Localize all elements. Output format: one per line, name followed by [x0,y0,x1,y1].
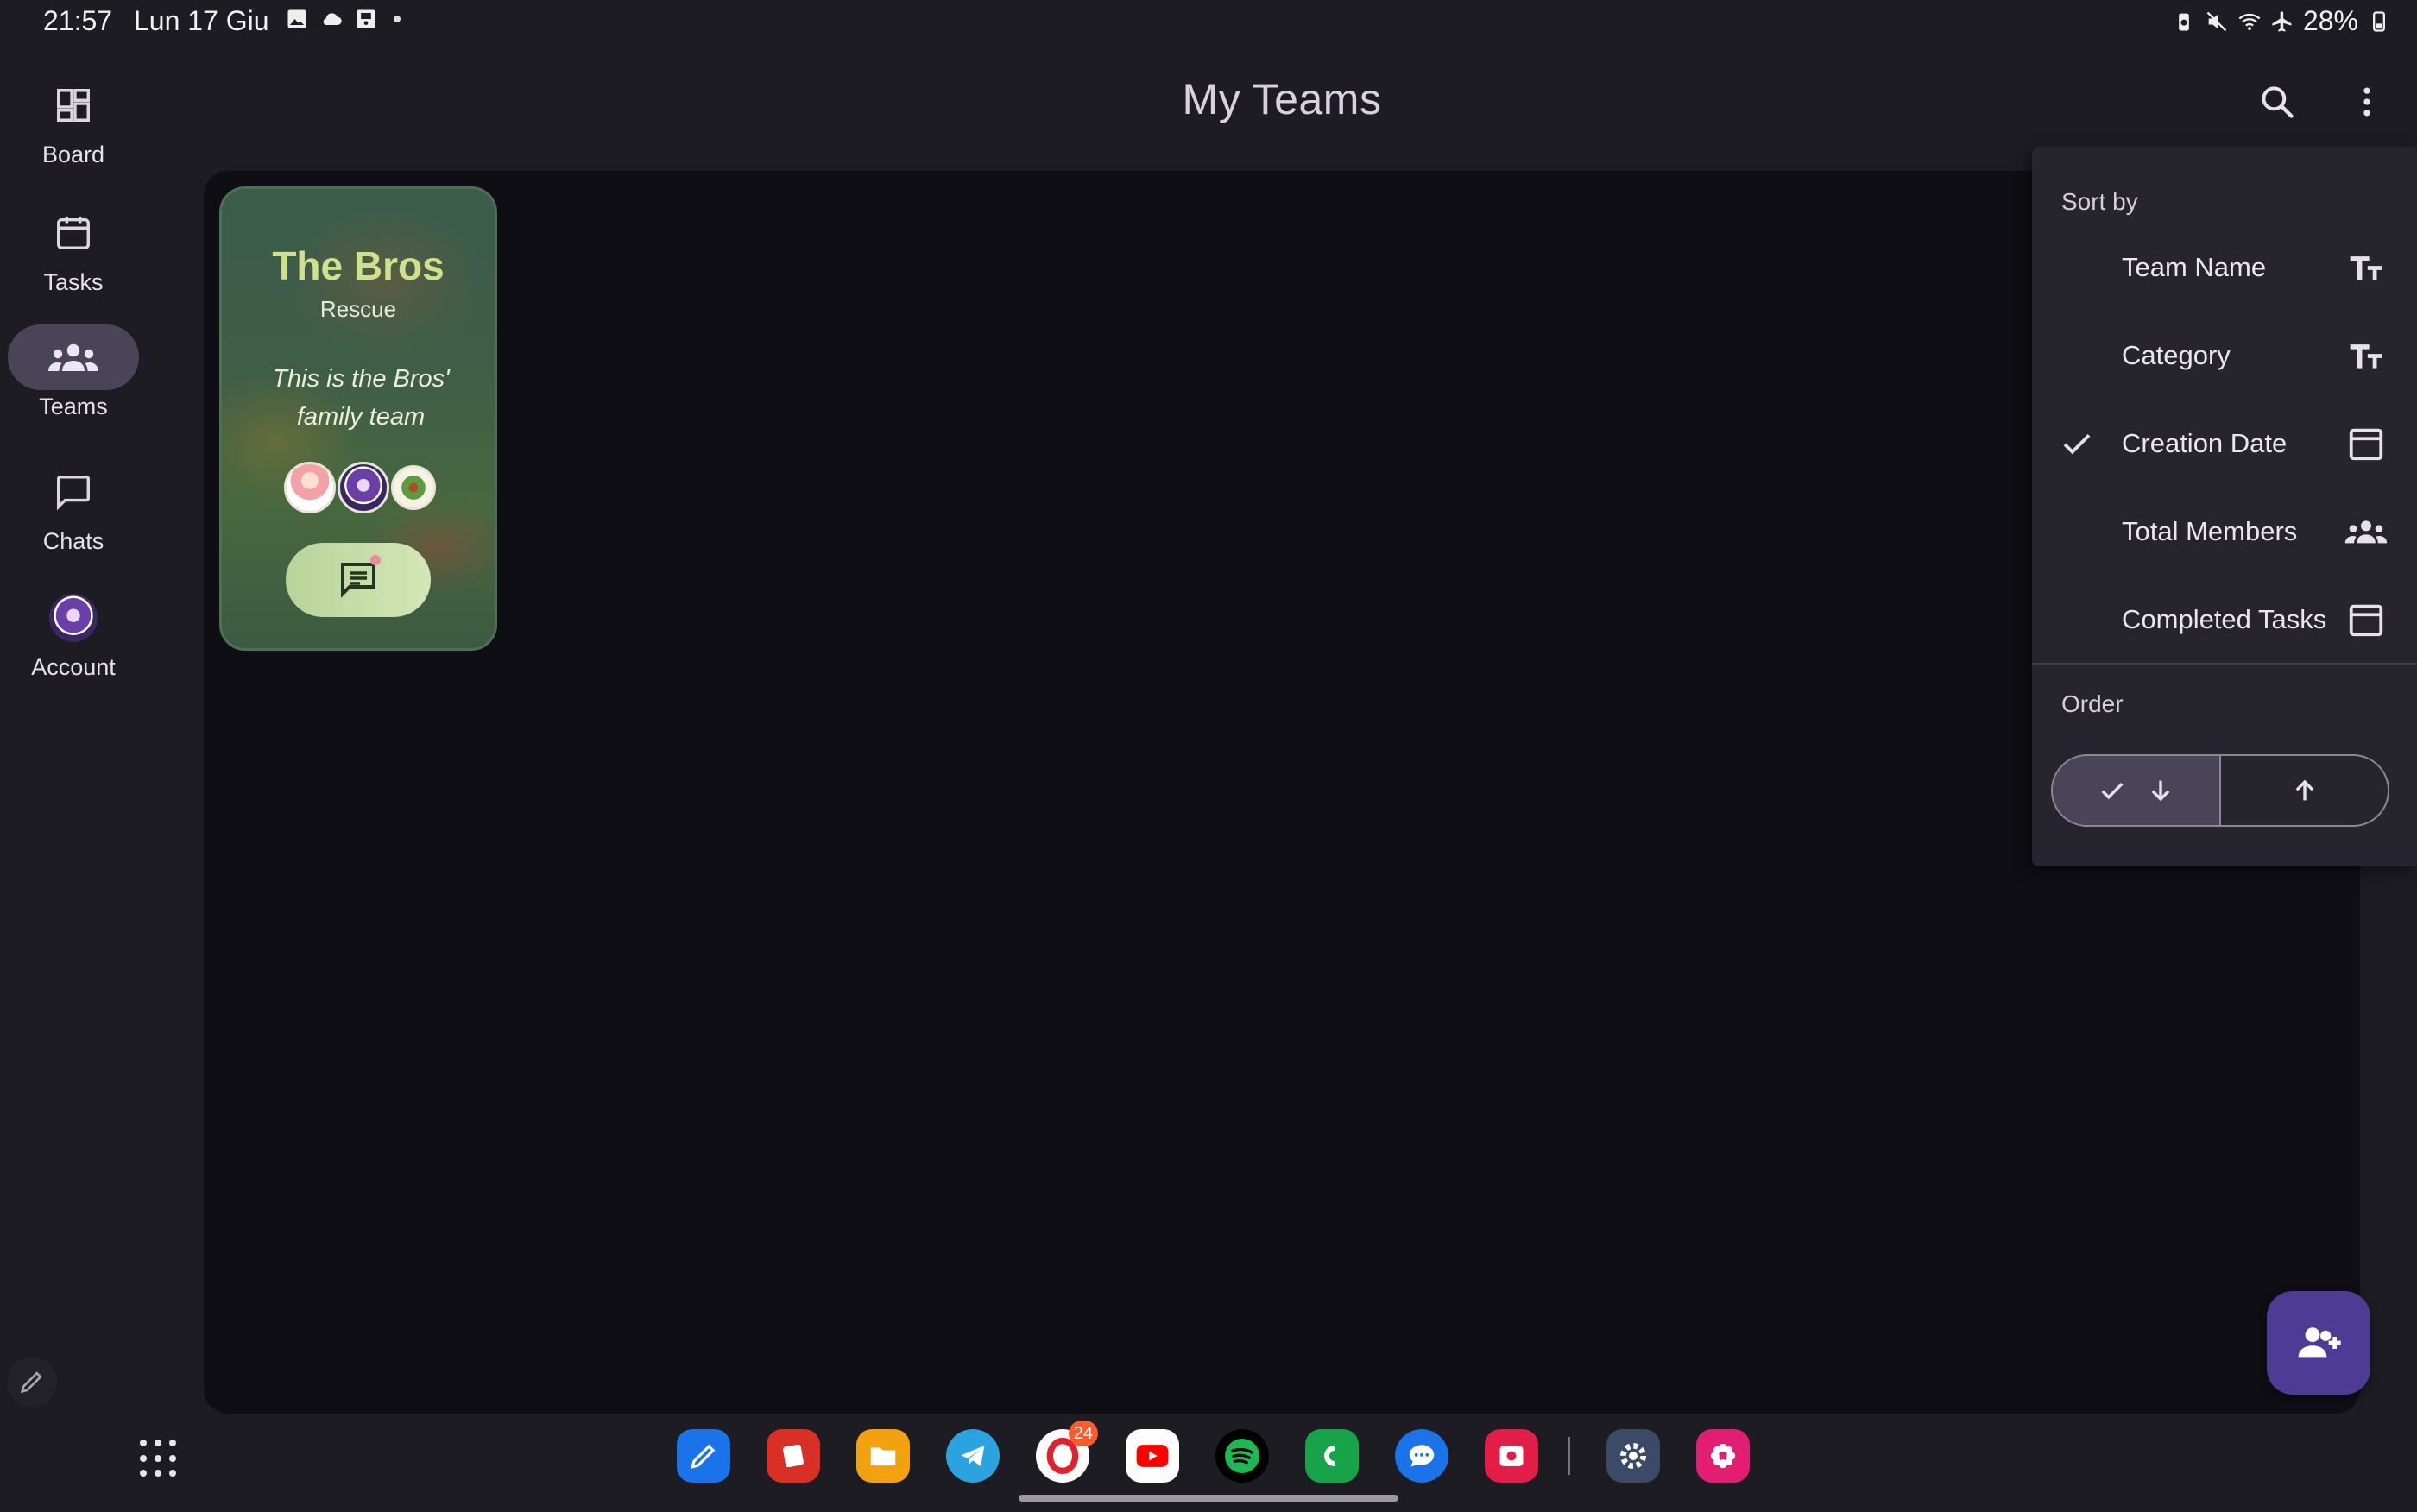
sort-option-label: Total Members [2122,516,2298,546]
team-chat-button[interactable] [286,543,431,617]
screen-recorder-app-icon[interactable] [1485,1429,1538,1483]
notification-badge: 24 [1068,1421,1098,1446]
sort-option-creation-date[interactable]: Creation Date [2032,400,2417,487]
youtube-app-icon[interactable] [1126,1429,1179,1483]
airplane-icon [2272,10,2292,32]
messages-app-icon[interactable] [1395,1429,1448,1483]
dot-icon [394,16,401,22]
opera-app-icon[interactable]: 24 [1036,1421,1098,1483]
nav-label-tasks: Tasks [43,269,104,295]
team-category: Rescue [319,296,397,322]
add-team-button[interactable] [2267,1291,2370,1395]
app-dock: 24 [677,1421,1786,1483]
mute-icon [2206,11,2227,31]
app-drawer-icon[interactable] [140,1440,178,1477]
sort-option-label: Completed Tasks [2122,604,2327,634]
chat-icon [341,563,375,598]
nav-label-account: Account [31,654,116,680]
team-members [284,462,436,513]
more-vert-icon [2363,87,2370,117]
spotify-app-icon[interactable] [1215,1429,1269,1483]
gallery-icon [287,9,306,28]
sort-option-total-members[interactable]: Total Members [2032,488,2417,575]
order-ascending-button[interactable] [2221,756,2388,825]
sort-by-label: Sort by [2061,188,2138,215]
nav-item-chats[interactable]: Chats [0,459,147,555]
telegram-app-icon[interactable] [946,1429,1000,1483]
nav-label-chats: Chats [42,528,104,554]
team-card[interactable]: The Bros Rescue This is the Bros' family… [219,186,497,651]
battery-saver-icon [2179,13,2189,30]
check-icon [2058,425,2096,463]
settings-app-icon[interactable] [1606,1429,1660,1483]
unread-dot [370,555,381,565]
cloud-icon [323,13,342,25]
sort-option-label: Category [2122,340,2231,370]
account-avatar-icon [49,594,98,642]
calendar-icon [2344,598,2388,641]
arrow-up-icon [2295,779,2313,801]
status-system-icons: 28% [2172,5,2391,37]
sort-option-category[interactable]: Category [2032,312,2417,399]
search-button[interactable] [2255,79,2300,124]
files-app-icon[interactable] [856,1429,910,1483]
member-avatar [391,465,436,510]
storage-icon [357,9,375,28]
groups-icon [2344,510,2388,553]
page-title: My Teams [1182,75,1382,123]
status-date: Lun 17 Giu [134,5,269,36]
nav-item-account[interactable]: Account [0,585,147,681]
edit-pen-icon[interactable] [7,1357,57,1407]
chat-bubble-icon [57,476,90,511]
status-time: 21:57 [43,5,113,36]
bixby-flower-app-icon[interactable] [1696,1429,1750,1483]
nav-item-tasks[interactable]: Tasks [0,200,147,296]
home-gesture-bar[interactable] [1019,1495,1398,1502]
order-segmented-control [2051,754,2389,827]
battery-level: 28% [2302,5,2358,36]
nav-label-teams: Teams [39,394,108,419]
search-icon [2262,86,2294,118]
order-descending-button[interactable] [2053,756,2221,825]
member-avatar [284,462,336,513]
text-format-icon [2344,334,2388,377]
text-format-icon [2344,246,2388,289]
groups-icon [48,343,98,371]
sort-option-team-name[interactable]: Team Name [2032,224,2417,311]
team-description: This is the Bros' family team [272,365,450,431]
arrow-down-icon [2151,780,2169,802]
battery-icon [2373,10,2385,32]
group-add-icon [2298,1327,2341,1358]
dock-separator [1568,1437,1570,1475]
team-name: The Bros [272,243,445,288]
status-notification-icons [285,7,401,31]
nav-item-teams[interactable]: Teams [0,324,147,420]
phone-app-icon[interactable] [1305,1429,1359,1483]
nav-label-board: Board [41,142,105,167]
calendar-icon [2344,422,2388,465]
sort-menu: Sort by Team Name Category Creation Date… [2032,147,2417,866]
notes-app-icon[interactable] [677,1429,730,1483]
sort-option-completed-tasks[interactable]: Completed Tasks [2032,576,2417,663]
sort-option-label: Team Name [2122,252,2267,282]
flashcards-app-icon[interactable] [767,1429,820,1483]
more-options-button[interactable] [2344,79,2389,124]
member-avatar [338,462,389,513]
status-bar: 21:57 Lun 17 Giu 28% [0,0,2417,45]
check-icon [2100,783,2124,800]
sort-option-label: Creation Date [2122,428,2288,458]
menu-divider [2032,663,2417,665]
calendar-icon [57,216,90,249]
order-label: Order [2061,690,2124,717]
wifi-icon [2238,13,2261,30]
